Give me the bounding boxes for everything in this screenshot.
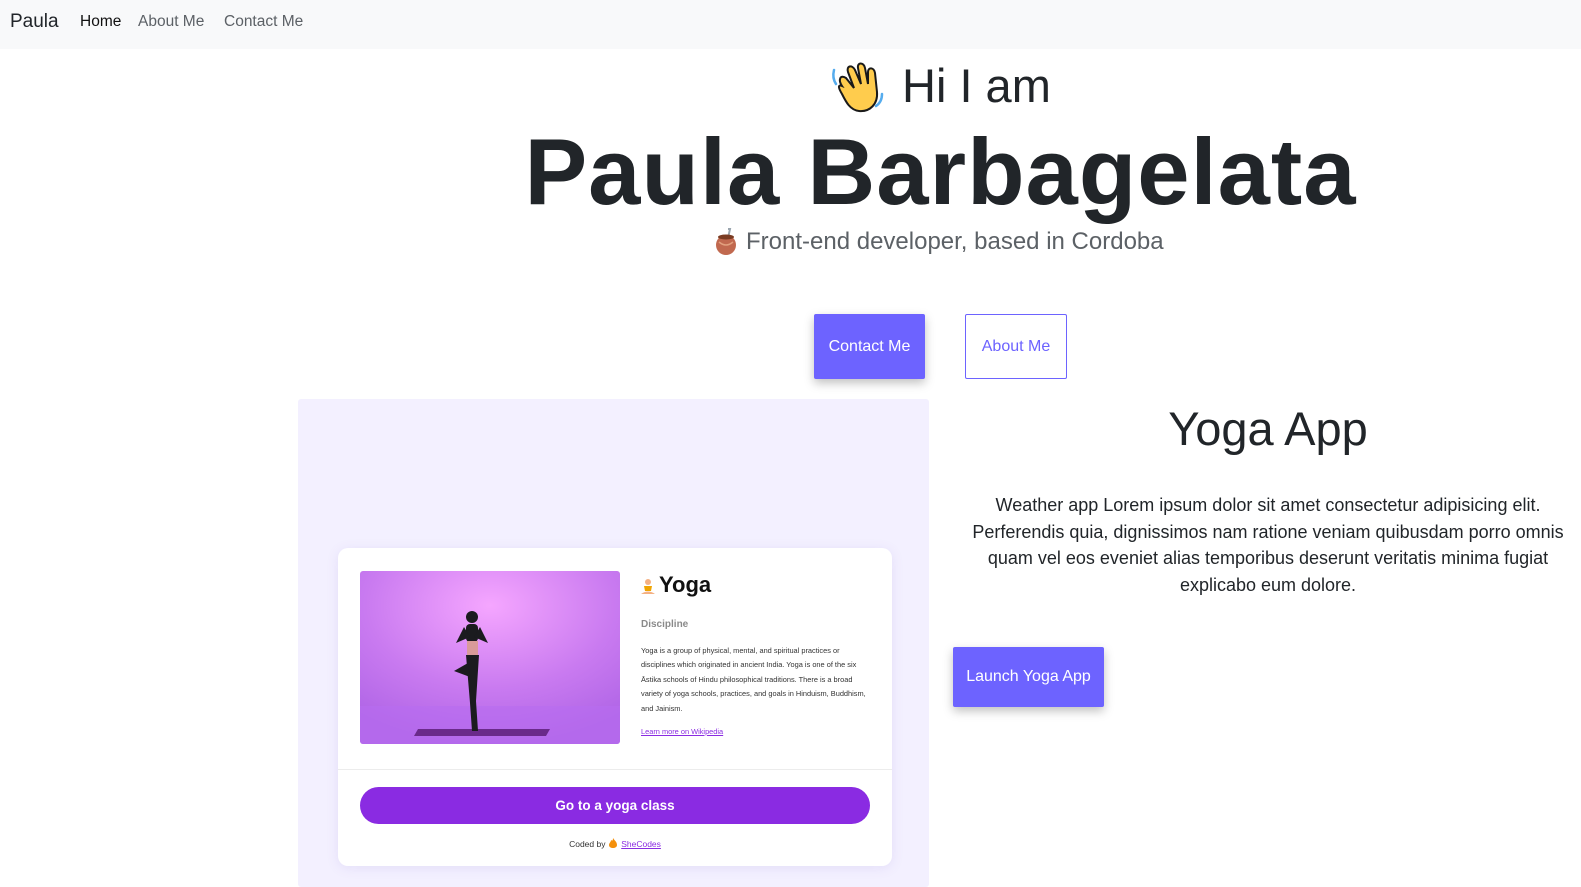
about-me-button[interactable]: About Me xyxy=(965,314,1067,379)
preview-title: Yoga xyxy=(639,572,711,598)
navbar-brand[interactable]: Paula xyxy=(10,11,59,33)
footer-prefix: Coded by xyxy=(569,839,606,849)
waving-hand-icon xyxy=(828,56,886,114)
preview-divider xyxy=(338,769,892,770)
fire-icon xyxy=(608,838,618,848)
preview-wikipedia-link[interactable]: Learn more on Wikipedia xyxy=(641,727,723,736)
preview-footer: Coded by SheCodes xyxy=(338,838,892,849)
nav-link-about[interactable]: About Me xyxy=(138,13,204,31)
preview-subtitle: Discipline xyxy=(641,619,689,630)
preview-description: Yoga is a group of physical, mental, and… xyxy=(641,646,866,713)
hero-name: Paula Barbagelata xyxy=(524,119,1357,224)
navbar: Paula Home About Me Contact Me xyxy=(0,0,1581,49)
project-description: Weather app Lorem ipsum dolor sit amet c… xyxy=(972,495,1564,596)
project-title: Yoga App xyxy=(1168,402,1368,455)
project-preview: Yoga Discipline Yoga is a group of physi… xyxy=(298,399,929,887)
tagline-text: Front-end developer, based in Cordoba xyxy=(746,228,1164,255)
contact-me-button[interactable]: Contact Me xyxy=(814,314,925,379)
nav-link-home[interactable]: Home xyxy=(80,13,121,31)
yoga-photo xyxy=(360,571,620,744)
preview-title-text: Yoga xyxy=(659,572,712,597)
hero-greeting: Hi I am xyxy=(828,56,1051,114)
greeting-text: Hi I am xyxy=(902,58,1051,112)
shecodes-link[interactable]: SheCodes xyxy=(621,839,661,849)
mate-cup-icon xyxy=(713,228,739,256)
nav-link-contact[interactable]: Contact Me xyxy=(224,13,303,31)
launch-yoga-app-button[interactable]: Launch Yoga App xyxy=(953,647,1104,707)
hero-tagline: Front-end developer, based in Cordoba xyxy=(713,226,1164,258)
meditation-icon xyxy=(639,576,657,594)
yoga-class-button[interactable]: Go to a yoga class xyxy=(360,787,870,824)
yoga-preview-card: Yoga Discipline Yoga is a group of physi… xyxy=(338,548,892,866)
